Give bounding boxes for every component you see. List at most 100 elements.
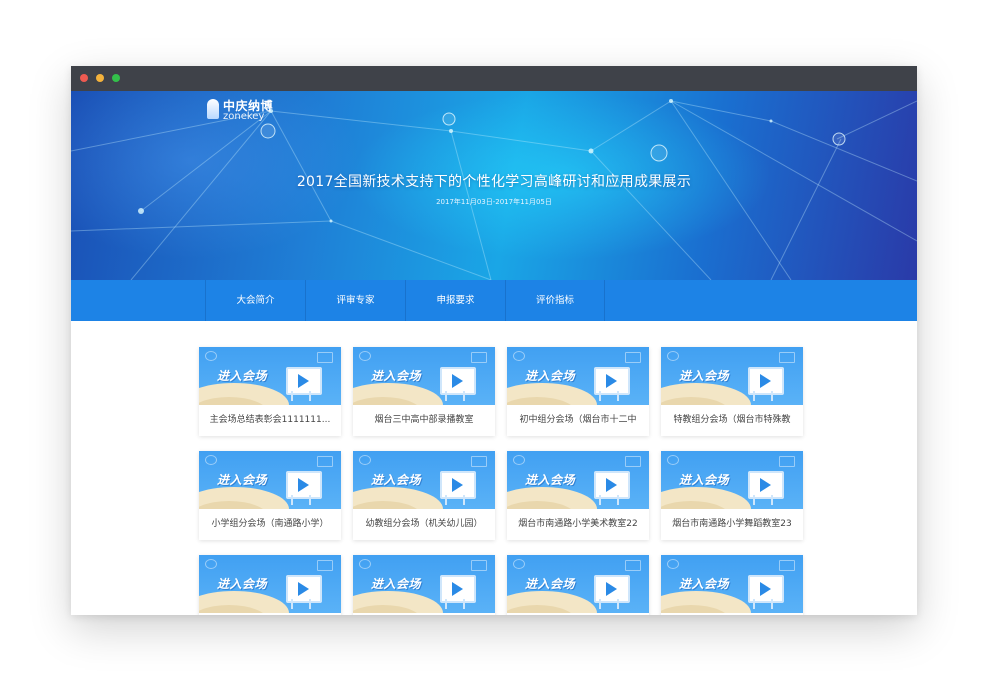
- venue-thumbnail[interactable]: 进入会场: [661, 555, 803, 613]
- venue-card[interactable]: 进入会场: [353, 555, 495, 615]
- board-leg: [463, 599, 465, 609]
- board-leg: [771, 495, 773, 505]
- enter-venue-text: 进入会场: [371, 369, 422, 383]
- chat-bubble-icon: [667, 351, 679, 361]
- venue-card[interactable]: 进入会场: [661, 555, 803, 615]
- board-leg: [617, 495, 619, 505]
- venue-card[interactable]: 进入会场: [507, 555, 649, 615]
- board-leg: [771, 391, 773, 401]
- venue-card[interactable]: 进入会场 特教组分会场（烟台市特殊教: [661, 347, 803, 436]
- venue-name: [199, 613, 341, 615]
- monitor-icon: [625, 352, 641, 363]
- chat-bubble-icon: [513, 559, 525, 569]
- zonekey-logo-icon: [207, 99, 219, 119]
- hero-banner: 中庆纳博 zonekey 2017全国新技术支持下的个性化学习高峰研讨和应用成果…: [71, 91, 917, 280]
- venue-card[interactable]: 进入会场: [199, 555, 341, 615]
- window-titlebar: [71, 66, 917, 91]
- venue-name: [661, 613, 803, 615]
- monitor-icon: [471, 352, 487, 363]
- venue-thumbnail[interactable]: 进入会场: [353, 555, 495, 613]
- monitor-icon: [779, 560, 795, 571]
- monitor-icon: [625, 560, 641, 571]
- venue-thumbnail[interactable]: 进入会场: [353, 347, 495, 405]
- board-leg: [599, 391, 601, 401]
- chat-bubble-icon: [513, 455, 525, 465]
- monitor-icon: [625, 456, 641, 467]
- enter-venue-text: 进入会场: [371, 473, 422, 487]
- monitor-icon: [471, 560, 487, 571]
- play-icon: [760, 478, 771, 492]
- venue-thumbnail[interactable]: 进入会场: [507, 347, 649, 405]
- board-leg: [445, 495, 447, 505]
- nav-item-review-experts[interactable]: 评审专家: [305, 280, 405, 321]
- venue-thumbnail[interactable]: 进入会场: [661, 347, 803, 405]
- play-icon: [452, 582, 463, 596]
- minimize-window-button[interactable]: [96, 74, 104, 82]
- nav-item-evaluation-criteria[interactable]: 评价指标: [505, 280, 605, 321]
- event-date-range: 2017年11月03日-2017年11月05日: [436, 198, 552, 206]
- venue-name: 烟台市南通路小学舞蹈教室23: [672, 519, 792, 529]
- enter-venue-text: 进入会场: [679, 369, 730, 383]
- logo-english-name: zonekey: [223, 111, 265, 122]
- enter-venue-text: 进入会场: [525, 369, 576, 383]
- board-leg: [771, 599, 773, 609]
- browser-window: 中庆纳博 zonekey 2017全国新技术支持下的个性化学习高峰研讨和应用成果…: [71, 66, 917, 615]
- venue-thumbnail[interactable]: 进入会场: [661, 451, 803, 509]
- venue-card[interactable]: 进入会场 烟台市南通路小学美术教室22: [507, 451, 649, 540]
- venue-thumbnail[interactable]: 进入会场: [507, 451, 649, 509]
- play-icon: [298, 374, 309, 388]
- board-leg: [463, 391, 465, 401]
- venue-thumbnail[interactable]: 进入会场: [353, 451, 495, 509]
- venue-thumbnail[interactable]: 进入会场: [199, 555, 341, 613]
- play-icon: [606, 582, 617, 596]
- venue-card[interactable]: 进入会场 幼教组分会场（机关幼儿园）: [353, 451, 495, 540]
- close-window-button[interactable]: [80, 74, 88, 82]
- chat-bubble-icon: [205, 351, 217, 361]
- play-icon: [298, 582, 309, 596]
- maximize-window-button[interactable]: [112, 74, 120, 82]
- board-leg: [445, 391, 447, 401]
- venue-name: 烟台三中高中部录播教室: [374, 415, 474, 425]
- venue-card[interactable]: 进入会场 小学组分会场（南通路小学）: [199, 451, 341, 540]
- venue-thumbnail[interactable]: 进入会场: [199, 451, 341, 509]
- venue-card[interactable]: 进入会场 烟台三中高中部录播教室: [353, 347, 495, 436]
- enter-venue-text: 进入会场: [525, 577, 576, 591]
- nav-item-application-requirements[interactable]: 申报要求: [405, 280, 505, 321]
- play-icon: [452, 374, 463, 388]
- monitor-icon: [471, 456, 487, 467]
- play-icon: [298, 478, 309, 492]
- board-leg: [291, 391, 293, 401]
- venue-name: 初中组分会场（烟台市十二中: [519, 415, 637, 425]
- venue-name: 特教组分会场（烟台市特殊教: [673, 415, 791, 425]
- enter-venue-text: 进入会场: [679, 473, 730, 487]
- monitor-icon: [317, 456, 333, 467]
- board-leg: [599, 599, 601, 609]
- venue-card-grid: 进入会场 主会场总结表彰会1111111... 进入会场 烟台三中高中部录播教室…: [199, 347, 803, 615]
- venue-card[interactable]: 进入会场 烟台市南通路小学舞蹈教室23: [661, 451, 803, 540]
- play-icon: [606, 478, 617, 492]
- venue-name: [507, 613, 649, 615]
- venue-card[interactable]: 进入会场 主会场总结表彰会1111111...: [199, 347, 341, 436]
- venue-thumbnail[interactable]: 进入会场: [199, 347, 341, 405]
- board-leg: [309, 599, 311, 609]
- board-leg: [463, 495, 465, 505]
- board-leg: [309, 495, 311, 505]
- board-leg: [753, 391, 755, 401]
- chat-bubble-icon: [359, 351, 371, 361]
- enter-venue-text: 进入会场: [217, 473, 268, 487]
- enter-venue-text: 进入会场: [371, 577, 422, 591]
- board-leg: [291, 495, 293, 505]
- chat-bubble-icon: [205, 455, 217, 465]
- enter-venue-text: 进入会场: [217, 369, 268, 383]
- board-leg: [291, 599, 293, 609]
- play-icon: [760, 582, 771, 596]
- enter-venue-text: 进入会场: [679, 577, 730, 591]
- chat-bubble-icon: [359, 455, 371, 465]
- venue-name: 小学组分会场（南通路小学）: [211, 519, 329, 529]
- venue-card[interactable]: 进入会场 初中组分会场（烟台市十二中: [507, 347, 649, 436]
- board-leg: [309, 391, 311, 401]
- nav-item-conference-intro[interactable]: 大会简介: [205, 280, 305, 321]
- chat-bubble-icon: [359, 559, 371, 569]
- enter-venue-text: 进入会场: [217, 577, 268, 591]
- venue-thumbnail[interactable]: 进入会场: [507, 555, 649, 613]
